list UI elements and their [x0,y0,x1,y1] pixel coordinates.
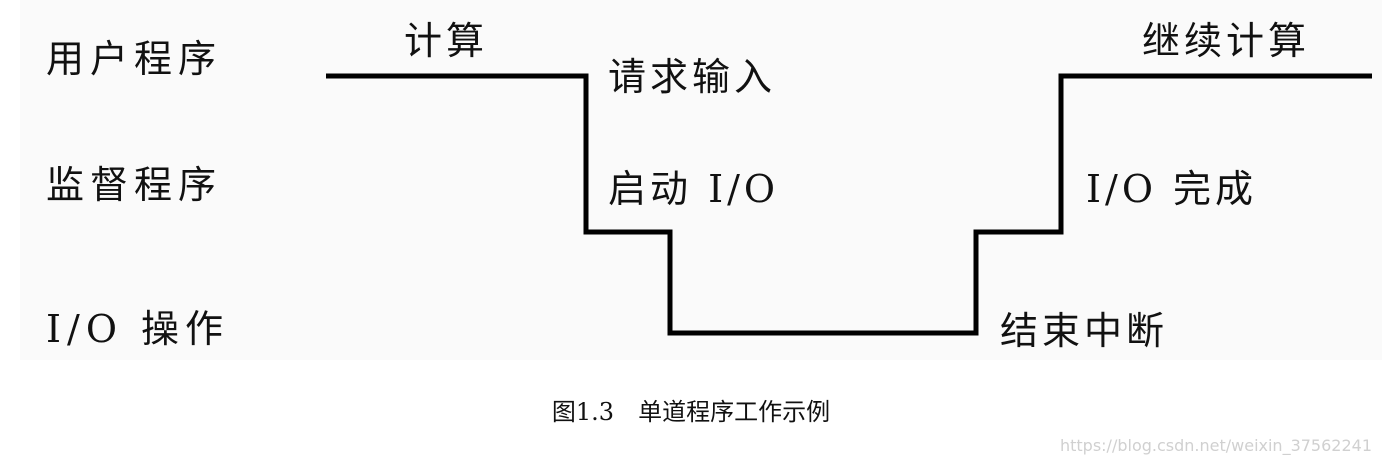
figure-caption: 图1.3 单道程序工作示例 [551,398,831,426]
annotation-io-complete: I/O 完成 [1086,167,1258,211]
row-label-user-program: 用户程序 [46,37,223,81]
row-label-monitor-program: 监督程序 [46,163,223,207]
annotation-end-interrupt: 结束中断 [1000,309,1169,353]
annotation-continue-compute: 继续计算 [1142,19,1311,63]
annotation-start-io: 启动 I/O [608,167,780,211]
annotation-request-input: 请求输入 [608,55,777,99]
annotation-compute: 计算 [404,19,489,63]
row-label-io-operation: I/O 操作 [46,307,230,351]
source-watermark: https://blog.csdn.net/weixin_37562241 [1059,436,1372,455]
